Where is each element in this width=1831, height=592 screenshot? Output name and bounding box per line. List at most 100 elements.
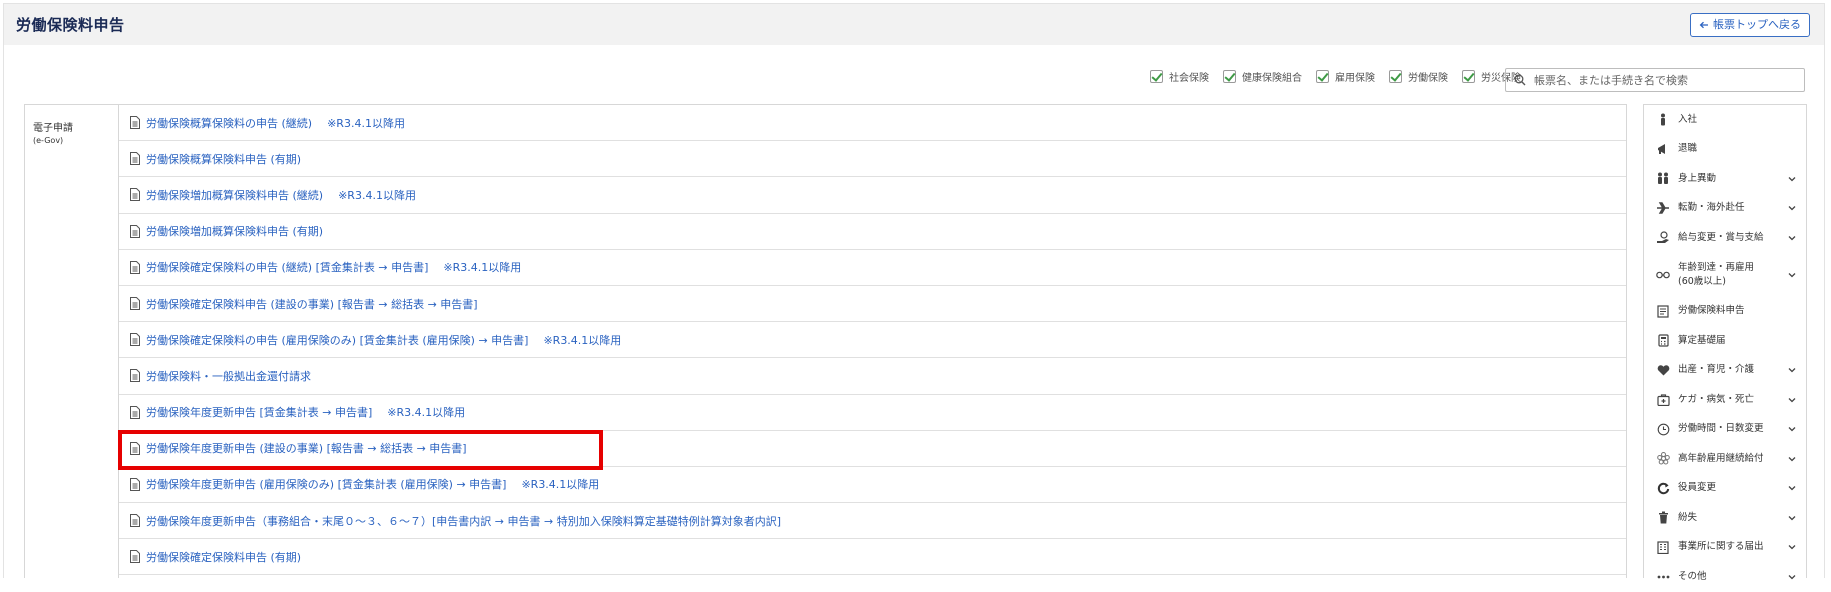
sidebar-label: ケガ・病気・死亡 — [1678, 393, 1755, 405]
filter-health-insurance-union[interactable]: 健康保険組合 — [1223, 69, 1302, 84]
form-link-row[interactable]: 労働保険年度更新申告 (雇用保険のみ) [賃金集計表 (雇用保険) → 申告書]… — [119, 467, 1626, 504]
sidebar-item-age-reemployment[interactable]: 年齢到達・再雇用 (60歳以上) — [1644, 253, 1806, 297]
form-link-row[interactable]: 労働保険年度更新申告 [賃金集計表 → 申告書] ※R3.4.1以降用 — [119, 395, 1626, 431]
sidebar-item-childcare[interactable]: 出産・育児・介護 — [1644, 356, 1806, 386]
chevron-down-icon — [1788, 427, 1796, 432]
back-to-top-button[interactable]: 帳票トップへ戻る — [1690, 13, 1810, 37]
sidebar-item-calculation-basis[interactable]: 算定基礎届 — [1644, 326, 1806, 356]
back-button-label: 帳票トップへ戻る — [1713, 18, 1801, 31]
form-title: 労働保険年度更新申告 [賃金集計表 → 申告書] — [146, 406, 373, 420]
sidebar-item-elderly-employment[interactable]: 高年齢雇用継続給付 — [1644, 444, 1806, 474]
building-icon — [1656, 540, 1670, 554]
filter-social-insurance[interactable]: 社会保険 — [1150, 69, 1209, 84]
sidebar-label: 事業所に関する届出 — [1678, 541, 1764, 553]
glasses-icon — [1656, 268, 1670, 282]
search-box[interactable] — [1505, 68, 1805, 92]
sidebar-item-retire[interactable]: 退職 — [1644, 135, 1806, 165]
first-aid-icon — [1656, 393, 1670, 407]
filter-label: 雇用保険 — [1335, 73, 1375, 84]
form-note: ※R3.4.1以降用 — [443, 261, 522, 275]
form-link-row[interactable]: 労働保険増加概算保険料申告 (有期) — [119, 214, 1626, 250]
chevron-down-icon — [1788, 235, 1796, 241]
sidebar-label: 高年齢雇用継続給付 — [1678, 452, 1764, 464]
filter-labor-insurance[interactable]: 労働保険 — [1389, 69, 1448, 84]
document-icon — [1656, 304, 1670, 318]
sidebar-item-personal-change[interactable]: 身上異動 — [1644, 164, 1806, 194]
form-note: ※R3.4.1以降用 — [387, 406, 466, 420]
sidebar-label: 退職 — [1678, 143, 1698, 155]
sidebar-label: 役員変更 — [1678, 482, 1717, 494]
sidebar-item-labor-insurance-declaration[interactable]: 労働保険料申告 — [1644, 297, 1806, 327]
document-icon — [130, 260, 140, 274]
airplane-icon — [1656, 201, 1670, 215]
sidebar-item-lost[interactable]: 紛失 — [1644, 503, 1806, 533]
document-icon — [130, 514, 140, 528]
sidebar-item-salary-change[interactable]: 給与変更・賞与支給 — [1644, 223, 1806, 253]
people-icon — [1656, 172, 1670, 186]
form-table: 電子申請 (e-Gov) 労働保険概算保険料の申告 (継続) ※R3.4.1以降… — [24, 104, 1627, 578]
form-title: 労働保険概算保険料の申告 (継続) — [146, 116, 313, 130]
category-sub: (e-Gov) — [33, 136, 64, 145]
form-title: 労働保険確定保険料申告 (有期) — [146, 550, 302, 564]
chevron-down-icon — [1788, 574, 1796, 580]
chevron-down-icon — [1788, 456, 1796, 462]
sidebar-label: 労働時間・日数変更 — [1678, 423, 1764, 435]
form-link-row[interactable]: 労働保険概算保険料の申告 (継続) ※R3.4.1以降用 — [119, 105, 1626, 142]
sidebar-item-hire[interactable]: 入社 — [1644, 105, 1806, 135]
chevron-down-icon — [1788, 545, 1796, 550]
form-link-row[interactable]: 労働保険概算保険料申告 (有期) — [119, 141, 1626, 178]
sidebar-label: 年齢到達・再雇用 (60歳以上) — [1678, 261, 1755, 287]
sidebar-item-officer-change[interactable]: 役員変更 — [1644, 474, 1806, 504]
form-link-row[interactable]: 労働保険料・一般拠出金還付請求 — [119, 358, 1626, 395]
form-link-row[interactable]: 労働保険確定保険料申告 (建設の事業) [報告書 → 総括表 → 申告書] — [119, 286, 1626, 323]
form-title: 労働保険確定保険料の申告 (継続) [賃金集計表 → 申告書] — [146, 261, 429, 275]
sidebar-item-injury[interactable]: ケガ・病気・死亡 — [1644, 385, 1806, 415]
form-note: ※R3.4.1以降用 — [327, 116, 405, 130]
sidebar-label: 算定基礎届 — [1678, 334, 1726, 346]
checkbox-checked-icon[interactable] — [1389, 70, 1402, 83]
arrow-left-icon — [1699, 21, 1708, 29]
sidebar-label: 転勤・海外赴任 — [1678, 202, 1745, 214]
document-icon — [130, 369, 140, 383]
form-link-row[interactable]: 労働保険年度更新申告（事務組合・末尾０～３、６～７）[申告書内訳 → 申告書 →… — [119, 503, 1626, 540]
sidebar-label: 給与変更・賞与支給 — [1678, 231, 1764, 243]
document-icon — [130, 224, 140, 238]
form-title: 労働保険年度更新申告 (建設の事業) [報告書 → 総括表 → 申告書] — [146, 442, 467, 456]
checkbox-checked-icon[interactable] — [1150, 70, 1163, 83]
heart-icon — [1656, 363, 1670, 377]
document-icon — [130, 405, 140, 419]
document-icon — [130, 550, 140, 564]
checkbox-checked-icon[interactable] — [1223, 70, 1236, 83]
chevron-down-icon — [1788, 176, 1796, 182]
document-icon — [130, 441, 140, 455]
form-title: 労働保険料・一般拠出金還付請求 — [146, 369, 311, 383]
chevron-down-icon — [1788, 272, 1796, 277]
form-list: 労働保険概算保険料の申告 (継続) ※R3.4.1以降用 労働保険概算保険料申告… — [119, 105, 1626, 576]
checkbox-checked-icon[interactable] — [1316, 70, 1329, 83]
form-note: ※R3.4.1以降用 — [521, 478, 600, 492]
sidebar-label: 身上異動 — [1678, 172, 1717, 184]
form-title: 労働保険概算保険料申告 (有期) — [146, 152, 302, 166]
search-input[interactable] — [1532, 72, 1796, 88]
form-title: 労働保険確定保険料の申告 (雇用保険のみ) [賃金集計表 (雇用保険) → 申告… — [146, 333, 529, 347]
form-link-row[interactable]: 労働保険増加概算保険料申告 (継続) ※R3.4.1以降用 — [119, 177, 1626, 214]
sidebar-item-transfer[interactable]: 転勤・海外赴任 — [1644, 194, 1806, 224]
form-link-row[interactable]: 労働保険年度更新申告 (建設の事業) [報告書 → 総括表 → 申告書] — [119, 431, 1626, 467]
form-title: 労働保険増加概算保険料申告 (継続) — [146, 188, 324, 202]
document-icon — [130, 477, 140, 491]
sidebar-item-working-hours[interactable]: 労働時間・日数変更 — [1644, 415, 1806, 445]
filter-employment-insurance[interactable]: 雇用保険 — [1316, 69, 1375, 84]
form-link-row[interactable]: 労働保険確定保険料の申告 (継続) [賃金集計表 → 申告書] ※R3.4.1以… — [119, 250, 1626, 286]
sidebar-item-other[interactable]: その他 — [1644, 562, 1806, 592]
flower-icon — [1656, 452, 1670, 466]
sidebar-item-office-notification[interactable]: 事業所に関する届出 — [1644, 533, 1806, 563]
form-link-row[interactable]: 労働保険確定保険料申告 (有期) — [119, 539, 1626, 576]
sidebar-label: 労働保険料申告 — [1678, 305, 1745, 317]
filter-label: 健康保険組合 — [1242, 73, 1302, 84]
document-icon — [130, 116, 140, 130]
document-icon — [130, 333, 140, 347]
chevron-down-icon — [1788, 486, 1796, 491]
category-cell: 電子申請 (e-Gov) — [25, 105, 119, 578]
checkbox-checked-icon[interactable] — [1462, 70, 1475, 83]
form-link-row[interactable]: 労働保険確定保険料の申告 (雇用保険のみ) [賃金集計表 (雇用保険) → 申告… — [119, 322, 1626, 359]
